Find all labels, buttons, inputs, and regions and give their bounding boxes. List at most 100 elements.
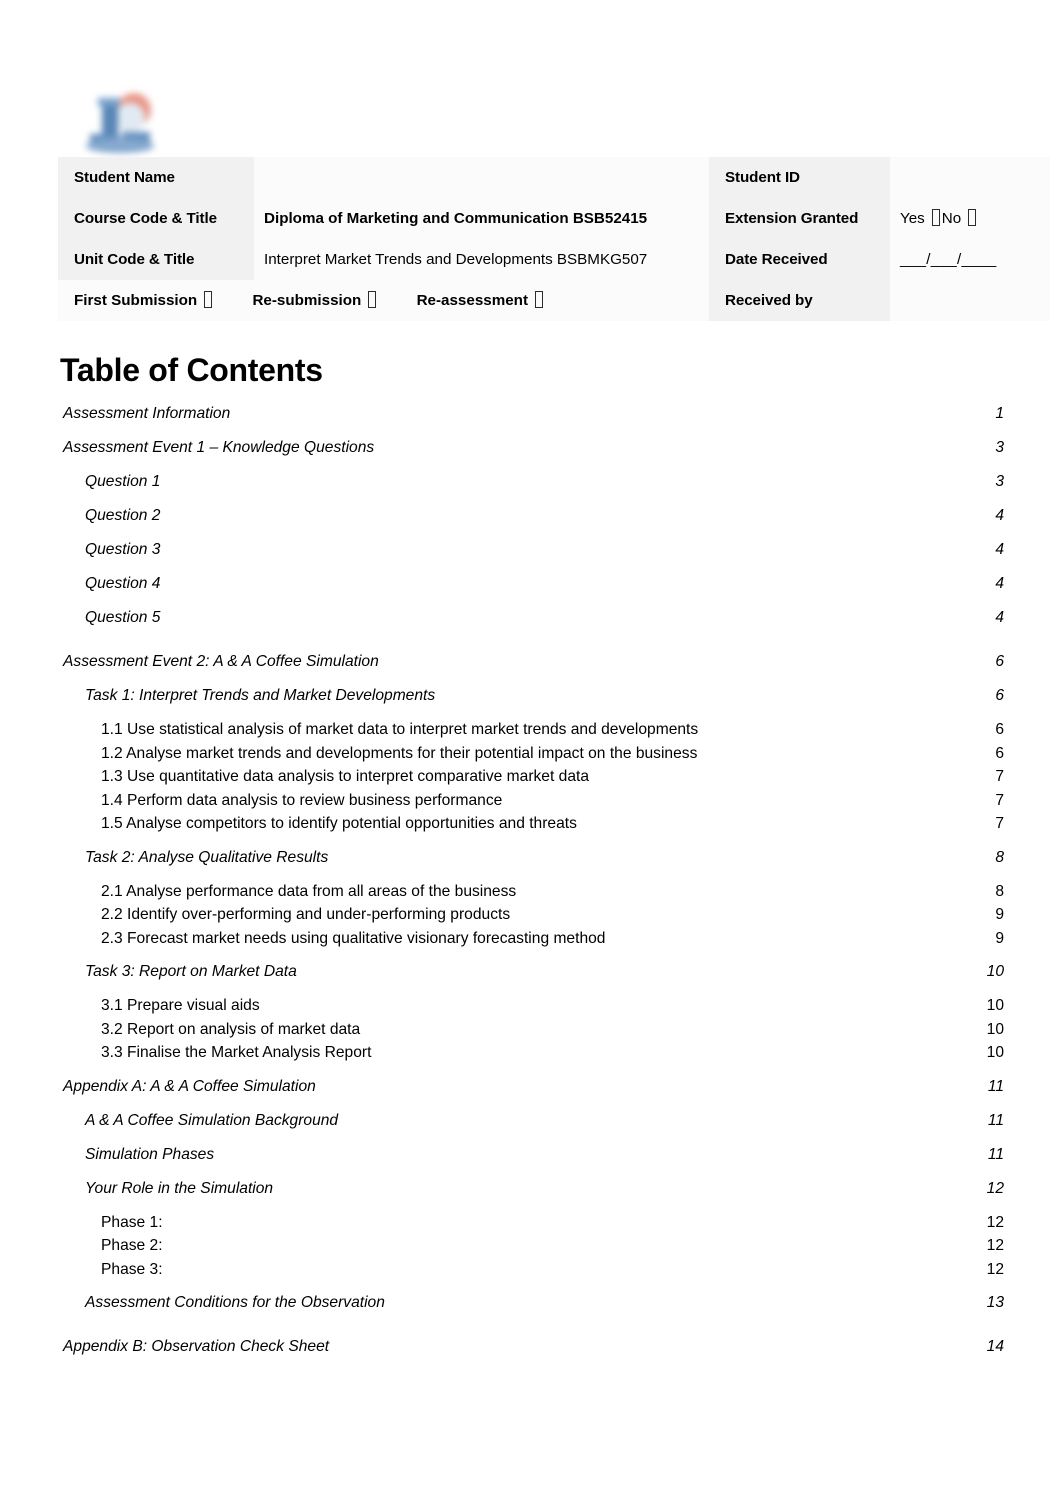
toc-entry[interactable]: Question 3 4 xyxy=(60,541,1004,575)
value-student-name[interactable] xyxy=(254,157,709,198)
toc-entry-page-number: 12 xyxy=(986,1213,1004,1231)
toc-entry[interactable]: Assessment Conditions for the Observatio… xyxy=(60,1294,1004,1328)
resubmission-label: Re-submission xyxy=(252,292,362,309)
value-extension-granted: Yes No xyxy=(890,198,1050,239)
value-received-by[interactable] xyxy=(890,280,1050,321)
toc-entry-page-number: 14 xyxy=(986,1338,1004,1355)
toc-entry[interactable]: A & A Coffee Simulation Background 11 xyxy=(60,1112,1004,1146)
toc-entry-page-number: 8 xyxy=(995,848,1004,866)
toc-entry-label: Task 3: Report on Market Data xyxy=(85,963,297,980)
date-received-blanks: ___/___/____ xyxy=(900,251,997,268)
toc-entry-page-number: 9 xyxy=(995,929,1004,947)
value-student-id[interactable] xyxy=(890,157,1050,198)
toc-entry-label: Appendix B: Observation Check Sheet xyxy=(63,1338,330,1355)
toc-entry-page-number: 1 xyxy=(995,405,1004,422)
table-row-submission-type: First Submission Re-submission Re-assess… xyxy=(58,280,1050,321)
extension-no-checkbox[interactable] xyxy=(968,209,977,226)
toc-entry-label: Your Role in the Simulation xyxy=(85,1179,274,1197)
toc-entry-label: 2.3 Forecast market needs using qualitat… xyxy=(101,929,606,947)
toc-entry-label: Assessment Event 2: A & A Coffee Simulat… xyxy=(63,653,379,670)
toc-entry-label: Question 4 xyxy=(85,575,161,592)
toc-entry[interactable]: Phase 2: 12 xyxy=(60,1237,1004,1261)
value-date-received[interactable]: ___/___/____ xyxy=(890,239,1050,280)
toc-entry-label: 1.3 Use quantitative data analysis to in… xyxy=(101,768,589,785)
toc-entry[interactable]: Assessment Event 2: A & A Coffee Simulat… xyxy=(60,653,1004,687)
toc-entry-label: Phase 3: xyxy=(101,1260,163,1278)
toc-entry[interactable]: 3.2 Report on analysis of market data 10 xyxy=(60,1021,1004,1045)
toc-entry[interactable]: 1.5 Analyse competitors to identify pote… xyxy=(60,815,1004,839)
label-received-by: Received by xyxy=(709,280,890,321)
toc-entry[interactable]: 1.1 Use statistical analysis of market d… xyxy=(60,721,1004,745)
toc-entry[interactable]: 3.3 Finalise the Market Analysis Report 1… xyxy=(60,1044,1004,1068)
toc-entry-label: 3.2 Report on analysis of market data xyxy=(101,1020,361,1038)
toc-entry-label: Assessment Information xyxy=(63,405,231,422)
reassessment-checkbox[interactable] xyxy=(535,291,543,308)
table-row-course: Course Code & Title Diploma of Marketing… xyxy=(58,198,1050,239)
toc-entry[interactable]: Assessment Information 1 xyxy=(60,405,1004,439)
toc-entry-label: Phase 1: xyxy=(101,1213,163,1231)
extension-yes-label: Yes xyxy=(900,210,925,227)
toc-entry[interactable]: Phase 1: 12 xyxy=(60,1214,1004,1238)
toc-entry[interactable]: Appendix B: Observation Check Sheet 14 xyxy=(60,1338,1004,1372)
toc-entry[interactable]: 1.4 Perform data analysis to review busi… xyxy=(60,792,1004,816)
toc-entry-page-number: 7 xyxy=(995,791,1004,809)
extension-no-label: No xyxy=(941,210,962,227)
toc-entry-label: 1.5 Analyse competitors to identify pote… xyxy=(101,815,577,832)
toc-entry[interactable]: 2.2 Identify over-performing and under-p… xyxy=(60,906,1004,930)
extension-yes-checkbox[interactable] xyxy=(931,209,940,226)
toc-entry[interactable]: Assessment Event 1 – Knowledge Questions… xyxy=(60,439,1004,473)
toc-entry-label: Question 3 xyxy=(85,541,161,558)
toc-entry[interactable]: Question 1 3 xyxy=(60,473,1004,507)
toc-entry[interactable]: Question 2 4 xyxy=(60,507,1004,541)
toc-entry-label: 3.3 Finalise the Market Analysis Report xyxy=(101,1044,372,1061)
toc-entry[interactable]: 2.1 Analyse performance data from all ar… xyxy=(60,883,1004,907)
toc-entry-page-number: 7 xyxy=(995,768,1004,785)
first-submission-label: First Submission xyxy=(74,292,198,309)
toc-entry-label: 2.2 Identify over-performing and under-p… xyxy=(101,906,511,923)
toc-entry[interactable]: Task 3: Report on Market Data 10 xyxy=(60,963,1004,997)
toc-entry-label: Simulation Phases xyxy=(85,1145,215,1163)
resubmission-checkbox[interactable] xyxy=(368,291,377,308)
toc-entry-page-number: 4 xyxy=(995,609,1004,626)
value-course-code-title[interactable]: Diploma of Marketing and Communication B… xyxy=(254,198,709,239)
toc-entry[interactable]: 3.1 Prepare visual aids 10 xyxy=(60,997,1004,1021)
label-student-name: Student Name xyxy=(58,157,254,198)
table-of-contents: Assessment Information 1 Assessment Event … xyxy=(60,405,1004,1372)
student-details-table: Student Name Student ID Course Code & Ti… xyxy=(58,157,1050,321)
toc-entry-label: 1.2 Analyse market trends and developmen… xyxy=(101,744,698,762)
toc-entry[interactable]: Task 2: Analyse Qualitative Results 8 xyxy=(60,849,1004,883)
toc-entry[interactable]: Your Role in the Simulation 12 xyxy=(60,1180,1004,1214)
first-submission-checkbox[interactable] xyxy=(204,291,213,308)
toc-entry-label: Assessment Event 1 – Knowledge Questions xyxy=(63,439,375,456)
submission-type-cell: First Submission Re-submission Re-assess… xyxy=(58,280,709,321)
toc-entry[interactable]: Appendix A: A & A Coffee Simulation 11 xyxy=(60,1078,1004,1112)
toc-entry-label: Question 5 xyxy=(85,609,161,626)
value-unit-code-title[interactable]: Interpret Market Trends and Developments… xyxy=(254,239,709,280)
toc-entry-label: Assessment Conditions for the Observatio… xyxy=(85,1294,385,1311)
institution-logo-icon xyxy=(72,88,168,158)
toc-entry-label: 1.1 Use statistical analysis of market d… xyxy=(101,721,699,738)
toc-entry-page-number: 6 xyxy=(995,687,1004,704)
toc-entry-label: Appendix A: A & A Coffee Simulation xyxy=(63,1077,316,1095)
toc-entry-label: Task 1: Interpret Trends and Market Deve… xyxy=(85,687,436,704)
label-extension-granted: Extension Granted xyxy=(709,198,890,239)
toc-entry[interactable]: 1.2 Analyse market trends and developmen… xyxy=(60,745,1004,769)
toc-entry[interactable]: Phase 3: 12 xyxy=(60,1261,1004,1285)
toc-entry[interactable]: Simulation Phases 11 xyxy=(60,1146,1004,1180)
toc-entry-page-number: 3 xyxy=(995,439,1004,456)
toc-entry-page-number: 3 xyxy=(995,473,1004,490)
table-row-unit: Unit Code & Title Interpret Market Trend… xyxy=(58,239,1050,280)
page-title: Table of Contents xyxy=(60,352,323,388)
toc-entry-page-number: 11 xyxy=(987,1077,1004,1095)
label-date-received: Date Received xyxy=(709,239,890,280)
toc-entry-page-number: 4 xyxy=(995,541,1004,558)
reassessment-label: Re-assessment xyxy=(416,292,528,309)
toc-entry[interactable]: Question 4 4 xyxy=(60,575,1004,609)
toc-entry[interactable]: 1.3 Use quantitative data analysis to in… xyxy=(60,768,1004,792)
toc-entry[interactable]: Question 5 4 xyxy=(60,609,1004,643)
toc-entry[interactable]: 2.3 Forecast market needs using qualitat… xyxy=(60,930,1004,954)
toc-entry-page-number: 10 xyxy=(986,963,1004,980)
toc-entry-label: 2.1 Analyse performance data from all ar… xyxy=(101,882,517,900)
toc-entry[interactable]: Task 1: Interpret Trends and Market Deve… xyxy=(60,687,1004,721)
toc-entry-page-number: 12 xyxy=(986,1237,1004,1254)
